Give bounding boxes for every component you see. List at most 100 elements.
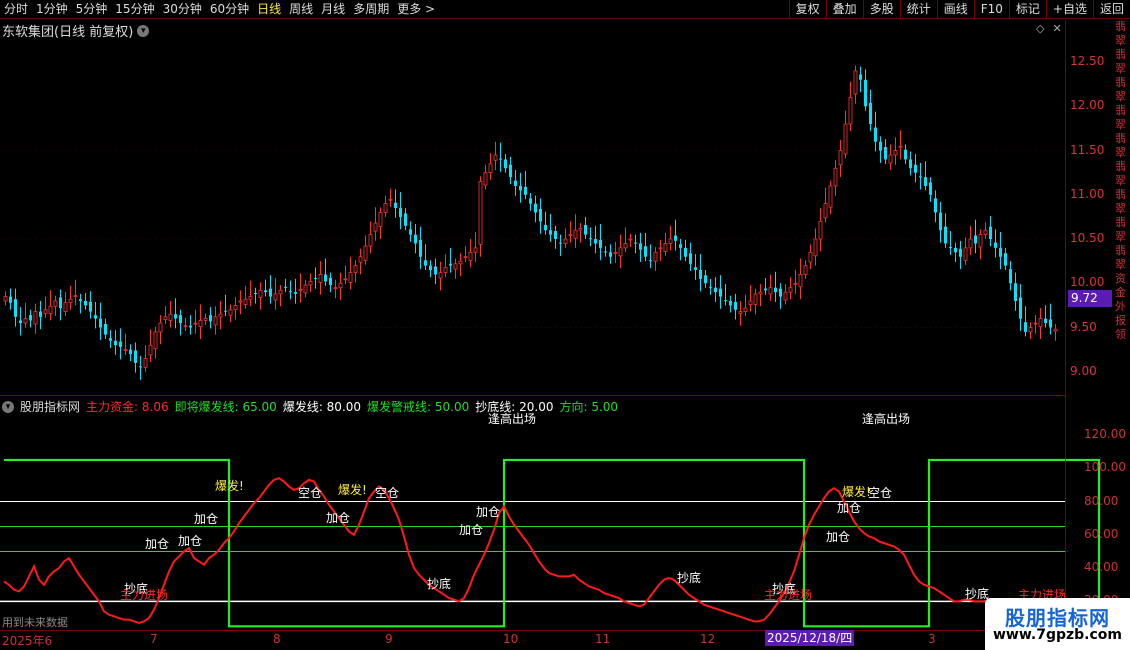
- tool-button[interactable]: 多股: [862, 0, 900, 19]
- candle-body: [753, 293, 758, 305]
- candle: [79, 293, 82, 314]
- candle-body: [119, 341, 122, 347]
- period-tab[interactable]: 15分钟: [111, 0, 158, 19]
- candle: [919, 162, 922, 190]
- candle-body: [324, 274, 327, 282]
- period-tab[interactable]: 日线: [253, 0, 285, 19]
- candle-body: [414, 234, 417, 244]
- candle: [724, 284, 727, 306]
- candle-body: [808, 251, 813, 263]
- candle: [348, 256, 353, 290]
- indicator-signals: 抄底主力进场加仓 加仓加仓爆发! 空仓加仓爆发! 空仓抄底加仓加仓抄底抄底主力进场加仓…: [120, 411, 1066, 602]
- candle-body: [864, 79, 867, 107]
- candle: [269, 275, 272, 304]
- chevron-down-icon[interactable]: ▾: [137, 24, 150, 37]
- candle: [458, 253, 463, 277]
- candle: [264, 279, 267, 297]
- candle: [559, 234, 562, 256]
- candle-body: [29, 315, 32, 321]
- candle: [1049, 303, 1052, 335]
- tool-button[interactable]: 复权: [788, 0, 826, 19]
- period-tab[interactable]: 1分钟: [32, 0, 72, 19]
- candle-body: [79, 299, 82, 301]
- candle: [954, 242, 957, 263]
- candle-body: [243, 298, 248, 305]
- candle: [788, 277, 793, 300]
- period-tab[interactable]: 更多 >: [393, 0, 439, 19]
- signal-label-zhulijinchang: 主力进场: [764, 588, 812, 602]
- tool-button[interactable]: 返回: [1092, 0, 1130, 19]
- candle-body: [529, 198, 532, 204]
- date-tick: 2025年6: [2, 634, 53, 648]
- diamond-icon[interactable]: ◇: [1036, 22, 1044, 35]
- tool-button[interactable]: +自选: [1045, 0, 1093, 19]
- candle: [1014, 272, 1017, 311]
- candle: [383, 195, 388, 217]
- candle: [14, 288, 17, 327]
- chevron-down-icon[interactable]: ▾: [2, 400, 14, 413]
- period-tab[interactable]: 月线: [317, 0, 349, 19]
- price-grid: [0, 150, 1065, 328]
- candle-body: [813, 238, 818, 257]
- candle: [134, 342, 137, 373]
- indicator-name[interactable]: 股朋指标网: [20, 398, 80, 415]
- candle: [818, 208, 823, 252]
- candle: [68, 285, 73, 310]
- close-icon[interactable]: ✕: [1052, 22, 1061, 35]
- candle-body: [168, 313, 173, 321]
- indicator-tick: 80.00: [1084, 493, 1119, 508]
- main-chart-icons: ◇ ✕: [1036, 22, 1062, 35]
- candle: [224, 294, 227, 316]
- candle: [168, 300, 173, 328]
- candle: [254, 287, 257, 304]
- candle: [333, 279, 338, 299]
- candle: [298, 273, 303, 303]
- period-tab[interactable]: 30分钟: [159, 0, 206, 19]
- tool-button[interactable]: 画线: [936, 0, 974, 19]
- chart-canvas[interactable]: 抄底主力进场加仓 加仓加仓爆发! 空仓加仓爆发! 空仓抄底加仓加仓抄底抄底主力进场加仓…: [0, 0, 1130, 650]
- candle: [793, 270, 798, 294]
- period-tab[interactable]: 分时: [0, 0, 32, 19]
- candle-body: [963, 247, 968, 261]
- candle-body: [649, 260, 652, 262]
- candle: [139, 355, 142, 380]
- candle-body: [743, 307, 748, 312]
- period-tab[interactable]: 周线: [285, 0, 317, 19]
- candle: [89, 291, 92, 319]
- tool-button[interactable]: 标记: [1008, 0, 1046, 19]
- candle-body: [209, 315, 212, 322]
- candle-body: [944, 226, 947, 244]
- candle-body: [604, 251, 607, 253]
- candle: [898, 130, 903, 160]
- candle: [843, 110, 848, 159]
- candle-body: [549, 230, 552, 235]
- period-tab[interactable]: 60分钟: [206, 0, 253, 19]
- candle-body: [983, 229, 988, 236]
- candle: [368, 221, 373, 254]
- period-tab[interactable]: 多周期: [349, 0, 393, 19]
- date-tick: 12: [700, 632, 716, 646]
- candle-body: [203, 318, 208, 321]
- candle: [233, 297, 238, 320]
- candle-body: [68, 298, 73, 304]
- candle-body: [578, 228, 583, 231]
- candle: [584, 216, 587, 240]
- candle: [529, 193, 532, 211]
- candle-body: [934, 198, 937, 213]
- candle: [1028, 322, 1033, 339]
- candle: [634, 234, 637, 254]
- tool-button[interactable]: 叠加: [825, 0, 863, 19]
- candle-body: [1024, 322, 1027, 332]
- candle: [639, 232, 642, 263]
- period-tab[interactable]: 5分钟: [72, 0, 112, 19]
- candle: [228, 304, 233, 323]
- candle-body: [689, 253, 692, 264]
- main-chart-title[interactable]: 东软集团(日线 前复权) ▾: [2, 21, 150, 40]
- stock-title: 东软集团(日线 前复权): [2, 25, 134, 40]
- tool-button[interactable]: 统计: [899, 0, 937, 19]
- candle: [734, 293, 737, 320]
- tool-button[interactable]: F10: [973, 0, 1009, 19]
- candle: [828, 180, 833, 215]
- signal-label-chaodi: 抄底: [427, 576, 451, 591]
- candle-body: [594, 239, 597, 244]
